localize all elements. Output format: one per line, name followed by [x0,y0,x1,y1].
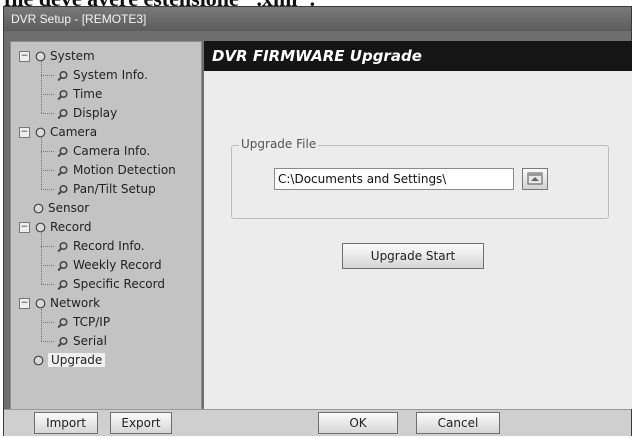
tree-item-system-info[interactable]: System Info. [57,66,148,84]
tree-connector [41,94,54,95]
collapse-toggle-icon[interactable]: − [19,127,30,138]
upgrade-file-group: Upgrade File [231,137,609,219]
magnifier-icon [57,241,68,252]
bottom-button-bar: Import Export OK Cancel [4,409,631,436]
import-button[interactable]: Import [34,412,98,434]
tree-item-display[interactable]: Display [57,104,117,122]
tree-item-serial[interactable]: Serial [57,332,107,350]
upgrade-start-button[interactable]: Upgrade Start [342,243,484,269]
tree-item-label: Camera Info. [73,144,151,158]
tree-connector [41,309,42,341]
dvr-setup-window: DVR Setup - [REMOTE3] − System System Info… [3,6,632,436]
magnifier-icon [57,279,68,290]
magnifier-icon [57,165,68,176]
tree-item-weekly-record[interactable]: Weekly Record [57,256,162,274]
tree-connector [41,322,54,323]
tree-item-label: Network [50,296,101,310]
tree-item-label: Display [73,106,118,120]
upgrade-file-label: Upgrade File [239,137,319,151]
tree-item-label: Record Info. [73,239,145,253]
magnifier-icon [57,184,68,195]
tree-item-record-info[interactable]: Record Info. [57,237,145,255]
tree-item-label: TCP/IP [73,315,111,329]
tree-item-time[interactable]: Time [57,85,102,103]
tree-item-label: Camera [50,125,98,139]
magnifier-icon [57,260,68,271]
magnifier-icon [57,70,68,81]
tree-item-camera[interactable]: − Camera [19,123,97,141]
tree-item-sensor[interactable]: Sensor [19,199,89,217]
folder-node-icon [35,127,46,138]
magnifier-icon [57,146,68,157]
tree-item-specific-record[interactable]: Specific Record [57,275,165,293]
collapse-toggle-icon[interactable]: − [19,222,30,233]
folder-node-icon [35,51,46,62]
tree-item-upgrade[interactable]: Upgrade [19,351,106,369]
folder-node-icon [33,203,44,214]
folder-node-icon [35,222,46,233]
cancel-button[interactable]: Cancel [416,412,500,434]
tree-connector [41,75,54,76]
tree-item-pan-tilt-setup[interactable]: Pan/Tilt Setup [57,180,156,198]
tree-connector [41,265,54,266]
tree-connector [41,62,42,113]
tree-connector [41,233,42,284]
tree-connector [41,284,54,285]
folder-browse-icon [527,172,543,185]
magnifier-icon [57,336,68,347]
tree-item-system[interactable]: − System [19,47,95,65]
settings-tree: − System System Info. Time Display − Camera Cam… [10,41,202,411]
tree-item-motion-detection[interactable]: Motion Detection [57,161,176,179]
magnifier-icon [57,317,68,328]
window-title: DVR Setup - [REMOTE3] [4,7,631,31]
upgrade-file-path-input[interactable] [274,168,514,190]
content-panel: DVR FIRMWARE Upgrade Upgrade File Upgrad… [204,41,632,409]
ok-button[interactable]: OK [318,412,398,434]
tree-item-label: Record [50,220,92,234]
tree-connector [41,341,54,342]
tree-item-label: Pan/Tilt Setup [73,182,156,196]
magnifier-icon [57,108,68,119]
export-button[interactable]: Export [110,412,172,434]
tree-item-label: Serial [73,334,107,348]
tree-connector [41,189,54,190]
tree-item-label: Upgrade [48,353,106,367]
tree-connector [41,113,54,114]
collapse-toggle-icon[interactable]: − [19,51,30,62]
tree-item-tcp-ip[interactable]: TCP/IP [57,313,110,331]
browse-button[interactable] [522,168,548,190]
tree-item-label: System [50,49,95,63]
tree-connector [41,170,54,171]
collapse-toggle-icon[interactable]: − [19,298,30,309]
tree-item-label: Specific Record [73,277,165,291]
folder-node-icon [33,355,44,366]
tree-item-label: System Info. [73,68,148,82]
tree-item-network[interactable]: − Network [19,294,100,312]
tree-item-camera-info[interactable]: Camera Info. [57,142,150,160]
tree-item-label: Weekly Record [73,258,162,272]
tree-connector [41,138,42,189]
folder-node-icon [35,298,46,309]
tree-connector [41,151,54,152]
tree-item-label: Sensor [48,201,90,215]
tree-item-label: Motion Detection [73,163,176,177]
tree-connector [41,246,54,247]
tree-item-label: Time [73,87,103,101]
magnifier-icon [57,89,68,100]
page-title: DVR FIRMWARE Upgrade [204,41,632,71]
tree-item-record[interactable]: − Record [19,218,91,236]
